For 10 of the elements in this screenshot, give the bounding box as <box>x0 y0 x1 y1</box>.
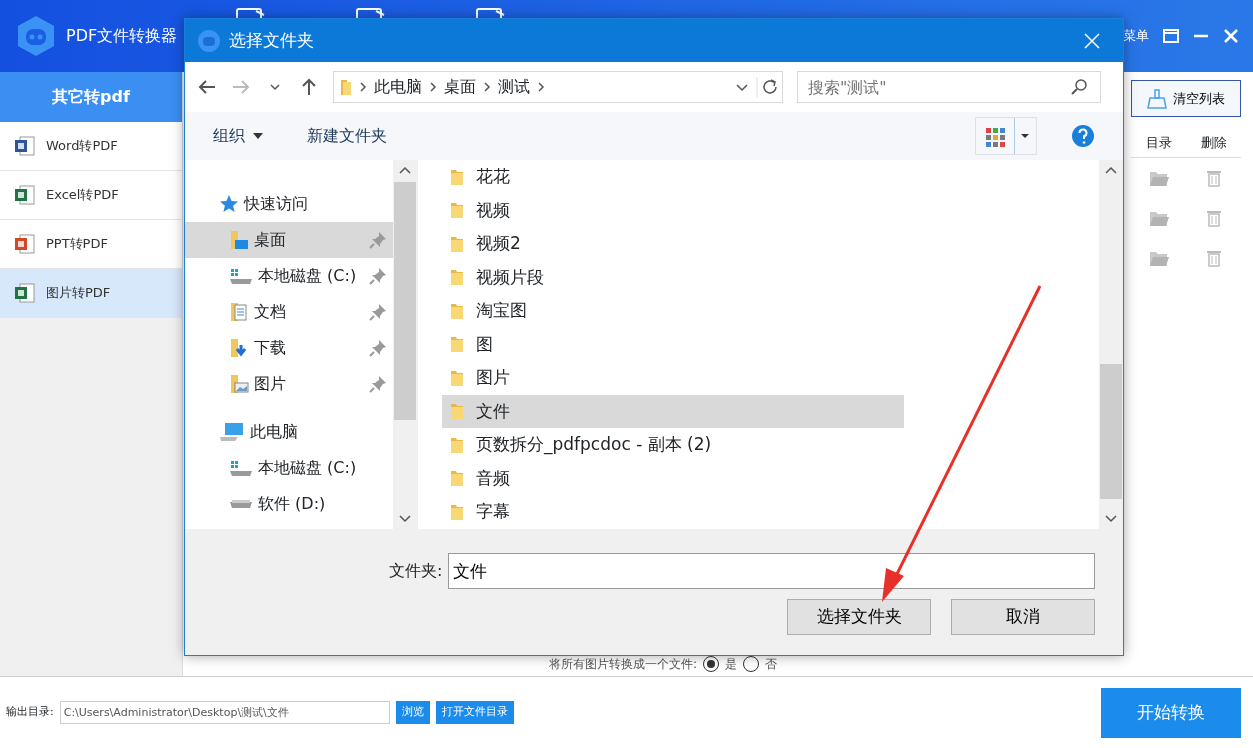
radio-label: 否 <box>765 656 777 673</box>
folder-label: 文件夹: <box>389 560 443 582</box>
column-header: 删除 <box>1199 134 1228 152</box>
option-label: 将所有图片转换成一个文件: <box>548 656 697 673</box>
category-header: 其它转pdf <box>0 72 182 122</box>
column-header: 目录 <box>1144 134 1173 152</box>
app-title: PDF文件转换器 <box>66 25 179 47</box>
output-label: 输出目录: <box>6 704 54 721</box>
radio-label: 是 <box>725 656 737 673</box>
dialog-title: 选择文件夹 <box>229 28 314 52</box>
